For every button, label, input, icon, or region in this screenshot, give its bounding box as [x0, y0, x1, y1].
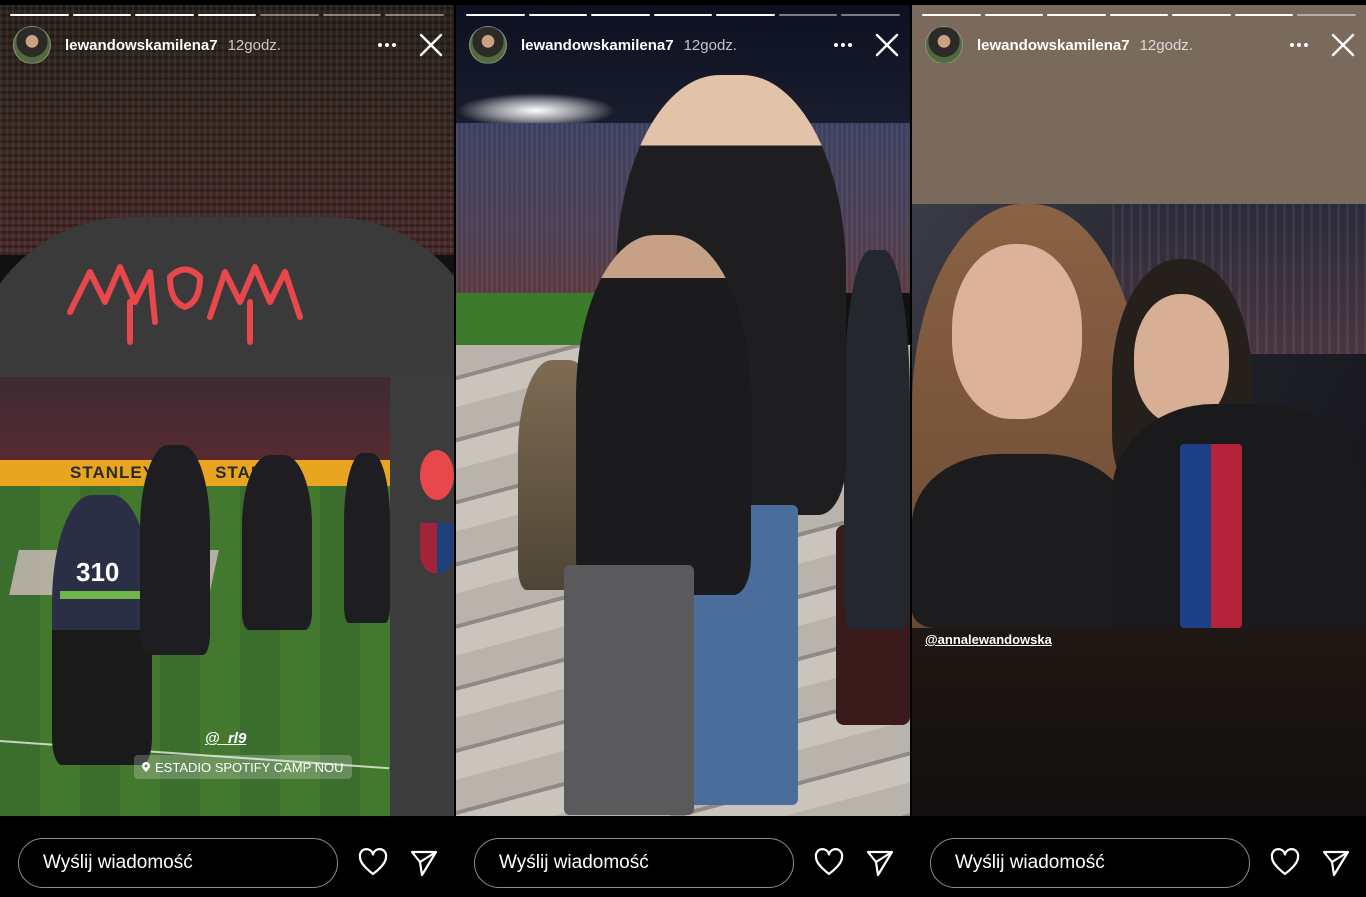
reply-input[interactable] — [930, 838, 1250, 888]
story-background-bottom — [912, 628, 1366, 816]
send-icon[interactable] — [410, 849, 438, 877]
progress-segment — [10, 14, 69, 16]
progress-segment — [72, 14, 132, 16]
progress-segment — [653, 14, 713, 16]
story-panel-2[interactable]: lewandowskamilena7 12godz. — [456, 5, 910, 816]
steward — [844, 250, 910, 630]
progress-segment — [260, 14, 319, 16]
story-header: lewandowskamilena7 12godz. — [925, 26, 1356, 64]
selfie-photo — [912, 204, 1366, 628]
progress-segment — [716, 14, 775, 16]
player-1 — [140, 445, 210, 655]
close-icon[interactable] — [418, 32, 444, 58]
story-panel-1[interactable]: STANLEY STANLEY 310 @_rl9 ESTADIO SPOTIF… — [0, 5, 454, 816]
avatar[interactable] — [13, 26, 51, 64]
story-progress — [466, 14, 901, 16]
player-3 — [344, 453, 390, 623]
fcb-crest — [420, 523, 454, 573]
story-footer-1 — [0, 837, 454, 889]
progress-segment — [466, 14, 525, 16]
story-header: lewandowskamilena7 12godz. — [13, 26, 444, 64]
barca-shirt — [1180, 444, 1242, 628]
user-mention-sticker[interactable]: @annalewandowska — [925, 632, 1052, 647]
post-time: 12godz. — [683, 36, 737, 54]
story-footer-3 — [912, 837, 1366, 889]
progress-segment — [385, 14, 445, 16]
ad-text-1: STANLEY — [70, 463, 156, 482]
woman-left-jacket — [912, 454, 1132, 628]
bib-number: 310 — [76, 557, 120, 587]
post-time: 12godz. — [1139, 36, 1193, 54]
stadium-crowd-lower — [0, 375, 390, 465]
close-icon[interactable] — [874, 32, 900, 58]
progress-segment — [528, 14, 588, 16]
heart-icon[interactable] — [1270, 848, 1300, 878]
progress-segment — [1297, 14, 1357, 16]
more-options-icon[interactable] — [374, 35, 400, 55]
location-pin-icon — [142, 762, 150, 772]
progress-segment — [591, 14, 650, 16]
story-footer-2 — [456, 837, 910, 889]
progress-segment — [1234, 14, 1294, 16]
story-progress — [10, 14, 445, 16]
story-panel-3[interactable]: @annalewandowska lewandowskamilena7 12go… — [912, 5, 1366, 816]
reply-input[interactable] — [18, 838, 338, 888]
story-progress — [922, 14, 1357, 16]
send-icon[interactable] — [866, 849, 894, 877]
location-label: ESTADIO SPOTIFY CAMP NOU — [155, 759, 344, 775]
progress-segment — [984, 14, 1044, 16]
avatar[interactable] — [925, 26, 963, 64]
username[interactable]: lewandowskamilena7 — [977, 37, 1130, 54]
tunnel-arch — [0, 217, 454, 377]
user-mention-sticker[interactable]: @_rl9 — [205, 730, 246, 747]
story-header: lewandowskamilena7 12godz. — [469, 26, 900, 64]
progress-segment — [1172, 14, 1231, 16]
location-sticker[interactable]: ESTADIO SPOTIFY CAMP NOU — [134, 755, 352, 779]
child-grey-jeans — [564, 565, 694, 815]
progress-segment — [135, 14, 194, 16]
progress-segment — [322, 14, 382, 16]
reply-input[interactable] — [474, 838, 794, 888]
heart-icon[interactable] — [358, 848, 388, 878]
progress-segment — [922, 14, 981, 16]
progress-segment — [778, 14, 838, 16]
send-icon[interactable] — [1322, 849, 1350, 877]
progress-segment — [197, 14, 257, 16]
camera-operator: 310 — [52, 495, 152, 765]
username[interactable]: lewandowskamilena7 — [521, 37, 674, 54]
child-black-hoodie — [576, 235, 751, 595]
motomami-logo — [67, 264, 303, 345]
username[interactable]: lewandowskamilena7 — [65, 37, 218, 54]
close-icon[interactable] — [1330, 32, 1356, 58]
player-2 — [242, 455, 312, 630]
progress-segment — [1109, 14, 1169, 16]
heart-icon[interactable] — [814, 848, 844, 878]
progress-segment — [1047, 14, 1106, 16]
spotify-logo — [420, 450, 454, 500]
progress-segment — [841, 14, 901, 16]
bib-stripe — [60, 591, 140, 599]
more-options-icon[interactable] — [830, 35, 856, 55]
avatar[interactable] — [469, 26, 507, 64]
tunnel-pillar — [390, 375, 454, 816]
more-options-icon[interactable] — [1286, 35, 1312, 55]
woman-left-face — [952, 244, 1082, 419]
post-time: 12godz. — [227, 36, 281, 54]
